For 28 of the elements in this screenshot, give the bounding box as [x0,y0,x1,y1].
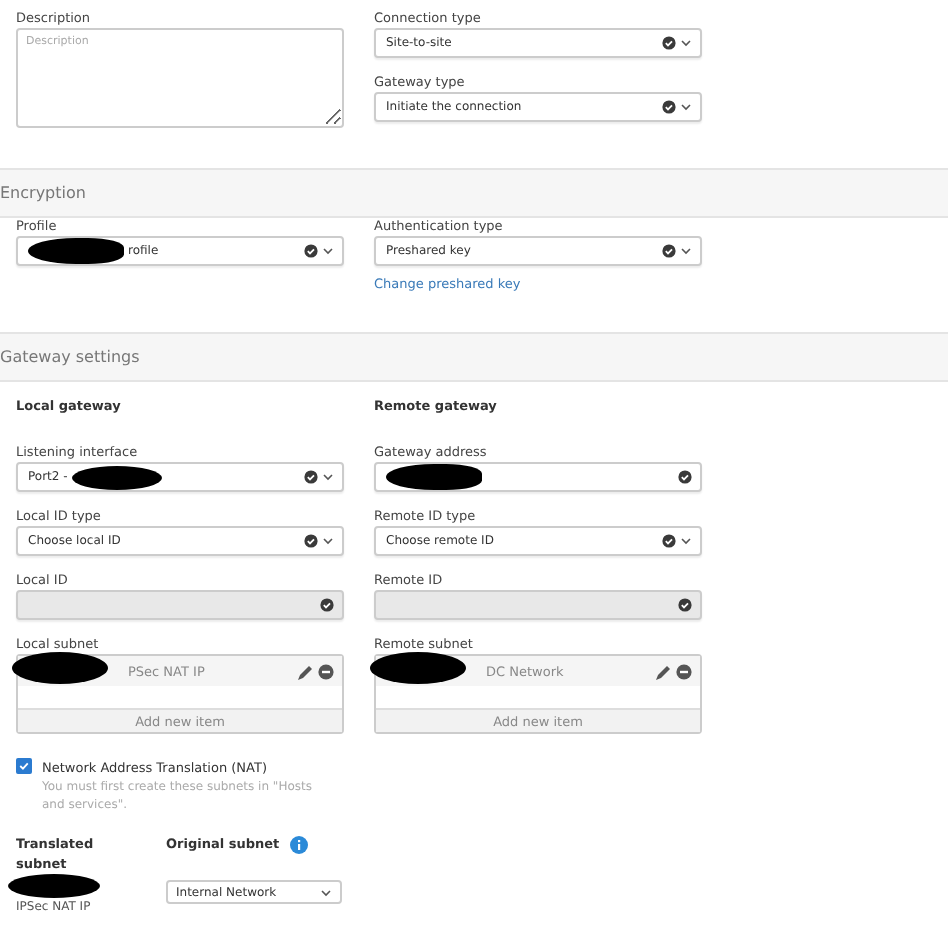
caret-icon [322,246,334,256]
pencil-icon [296,663,312,679]
check-circle-icon [678,598,692,612]
check-circle-icon [662,36,676,50]
caret-icon [680,102,692,112]
pencil-icon [654,663,670,679]
info-icon [289,835,308,853]
check-circle-icon [662,534,676,548]
check-circle-icon [320,598,334,612]
section-title: Gateway settings [0,348,140,366]
check-circle-icon [304,534,318,548]
check-icon [18,760,30,772]
check-circle-icon [662,100,676,114]
remove-icon [676,663,692,679]
caret-icon [680,536,692,546]
section-title: Encryption [0,184,86,202]
check-circle-icon [304,244,318,258]
caret-icon [680,246,692,256]
caret-icon [322,536,334,546]
check-circle-icon [678,470,692,484]
checkbox[interactable] [16,758,32,774]
caret-icon [680,38,692,48]
check-circle-icon [662,244,676,258]
remove-icon [318,663,334,679]
caret-icon [320,887,332,897]
check-circle-icon [304,470,318,484]
input-field[interactable] [374,462,702,492]
caret-icon [322,472,334,482]
